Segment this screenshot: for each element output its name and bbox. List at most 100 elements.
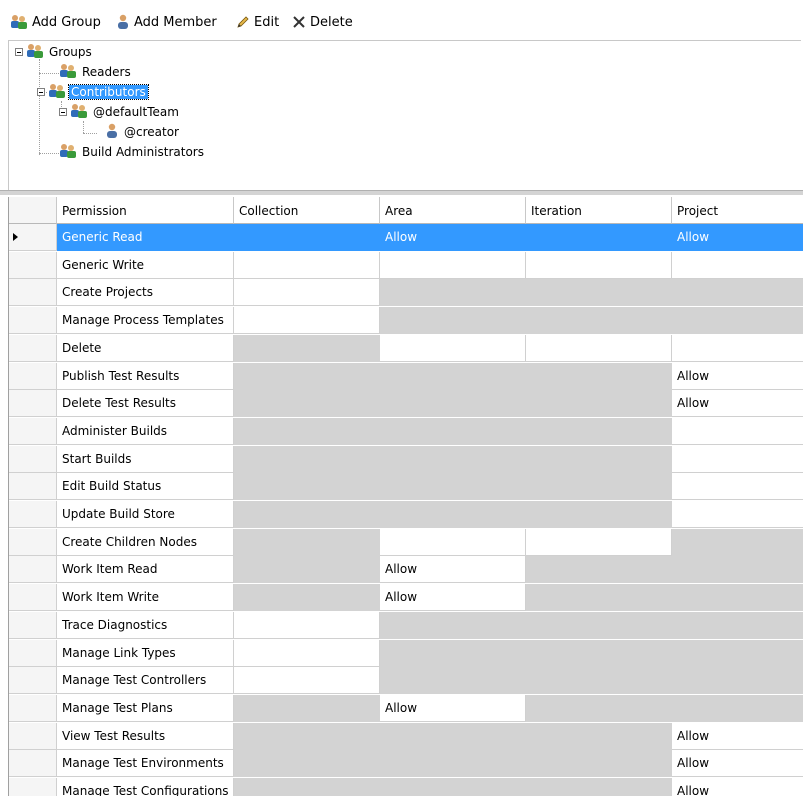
row-header[interactable] <box>9 417 57 445</box>
collapse-icon[interactable] <box>37 88 45 96</box>
area-cell[interactable]: Allow <box>380 694 526 722</box>
iteration-cell[interactable] <box>526 528 672 556</box>
area-cell[interactable] <box>380 334 526 362</box>
column-header-project[interactable]: Project <box>672 197 803 224</box>
x-icon <box>292 15 306 29</box>
area-cell[interactable]: Allow <box>380 584 526 612</box>
table-row[interactable]: Administer Builds <box>9 417 803 445</box>
column-header-iteration[interactable]: Iteration <box>526 197 672 224</box>
row-header[interactable] <box>9 334 57 362</box>
area-cell <box>380 611 526 639</box>
project-cell[interactable] <box>672 334 803 362</box>
table-row[interactable]: View Test Results Allow <box>9 722 803 750</box>
collection-cell[interactable] <box>234 307 380 335</box>
row-header[interactable] <box>9 528 57 556</box>
project-cell[interactable]: Allow <box>672 778 803 796</box>
row-header[interactable] <box>9 445 57 473</box>
collection-cell[interactable] <box>234 251 380 279</box>
column-header-permission[interactable]: Permission <box>57 197 234 224</box>
project-cell[interactable]: Allow <box>672 390 803 418</box>
row-header[interactable] <box>9 501 57 528</box>
project-cell[interactable]: Allow <box>672 722 803 750</box>
table-row[interactable]: Delete Test Results Allow <box>9 390 803 418</box>
column-header-collection[interactable]: Collection <box>234 197 380 224</box>
area-cell <box>380 307 526 335</box>
project-cell[interactable]: Allow <box>672 224 803 251</box>
table-row[interactable]: Manage Test Controllers <box>9 667 803 695</box>
table-row[interactable]: Manage Process Templates <box>9 307 803 335</box>
tree-node-contributors[interactable]: Contributors <box>37 83 149 101</box>
project-cell[interactable] <box>672 251 803 279</box>
table-row[interactable]: Manage Test Configurations Allow <box>9 778 803 796</box>
project-cell[interactable] <box>672 473 803 501</box>
add-member-button[interactable]: Add Member <box>116 11 217 33</box>
row-header[interactable] <box>9 750 57 778</box>
area-cell[interactable]: Allow <box>380 224 526 251</box>
project-cell[interactable]: Allow <box>672 362 803 390</box>
table-row[interactable]: Delete <box>9 334 803 362</box>
tree-node-default-team[interactable]: @defaultTeam <box>59 103 181 121</box>
row-header[interactable] <box>9 556 57 584</box>
table-row[interactable]: Work Item Read Allow <box>9 556 803 584</box>
row-header[interactable] <box>9 279 57 307</box>
area-cell[interactable] <box>380 251 526 279</box>
row-header[interactable] <box>9 584 57 612</box>
area-cell[interactable] <box>380 528 526 556</box>
iteration-cell <box>526 722 672 750</box>
row-header[interactable] <box>9 390 57 418</box>
table-row[interactable]: Update Build Store <box>9 501 803 528</box>
tree-node-build-administrators[interactable]: Build Administrators <box>59 143 206 161</box>
tree-line <box>39 153 59 154</box>
table-row[interactable]: Edit Build Status <box>9 473 803 501</box>
row-header[interactable] <box>9 611 57 639</box>
row-header[interactable] <box>9 667 57 695</box>
column-header-area[interactable]: Area <box>380 197 526 224</box>
collection-cell[interactable] <box>234 224 380 251</box>
collection-cell <box>234 584 380 612</box>
tree-node-groups[interactable]: Groups <box>15 43 94 61</box>
iteration-cell <box>526 501 672 528</box>
row-header[interactable] <box>9 224 57 251</box>
iteration-cell[interactable] <box>526 334 672 362</box>
row-header[interactable] <box>9 778 57 796</box>
project-cell[interactable] <box>672 501 803 528</box>
table-row[interactable]: Manage Link Types <box>9 639 803 667</box>
delete-button[interactable]: Delete <box>292 11 353 33</box>
project-cell[interactable]: Allow <box>672 750 803 778</box>
project-cell[interactable] <box>672 445 803 473</box>
tree-node-readers[interactable]: Readers <box>59 63 133 81</box>
collection-cell[interactable] <box>234 611 380 639</box>
table-row[interactable]: Work Item Write Allow <box>9 584 803 612</box>
table-row[interactable]: Publish Test Results Allow <box>9 362 803 390</box>
row-header[interactable] <box>9 694 57 722</box>
row-header[interactable] <box>9 362 57 390</box>
table-row[interactable]: Generic Write <box>9 251 803 279</box>
row-header[interactable] <box>9 722 57 750</box>
row-header[interactable] <box>9 473 57 501</box>
edit-button[interactable]: Edit <box>236 11 279 33</box>
tree-node-creator[interactable]: @creator <box>105 123 181 141</box>
splitter[interactable] <box>0 190 803 195</box>
table-row[interactable]: Manage Test Environments Allow <box>9 750 803 778</box>
table-row[interactable]: Start Builds <box>9 445 803 473</box>
table-row[interactable]: Generic Read Allow Allow <box>9 224 803 251</box>
iteration-cell[interactable] <box>526 224 672 251</box>
collection-cell[interactable] <box>234 279 380 307</box>
table-row[interactable]: Create Children Nodes <box>9 528 803 556</box>
permission-name-cell: Manage Test Plans <box>57 694 234 722</box>
row-header[interactable] <box>9 251 57 279</box>
permission-name-cell: Delete <box>57 334 234 362</box>
collection-cell[interactable] <box>234 667 380 695</box>
collection-cell[interactable] <box>234 639 380 667</box>
project-cell[interactable] <box>672 417 803 445</box>
row-header[interactable] <box>9 307 57 335</box>
row-header[interactable] <box>9 639 57 667</box>
area-cell[interactable]: Allow <box>380 556 526 584</box>
table-row[interactable]: Trace Diagnostics <box>9 611 803 639</box>
table-row[interactable]: Manage Test Plans Allow <box>9 694 803 722</box>
iteration-cell[interactable] <box>526 251 672 279</box>
table-row[interactable]: Create Projects <box>9 279 803 307</box>
collapse-icon[interactable] <box>15 48 23 56</box>
add-group-button[interactable]: Add Group <box>10 11 101 33</box>
collapse-icon[interactable] <box>59 108 67 116</box>
